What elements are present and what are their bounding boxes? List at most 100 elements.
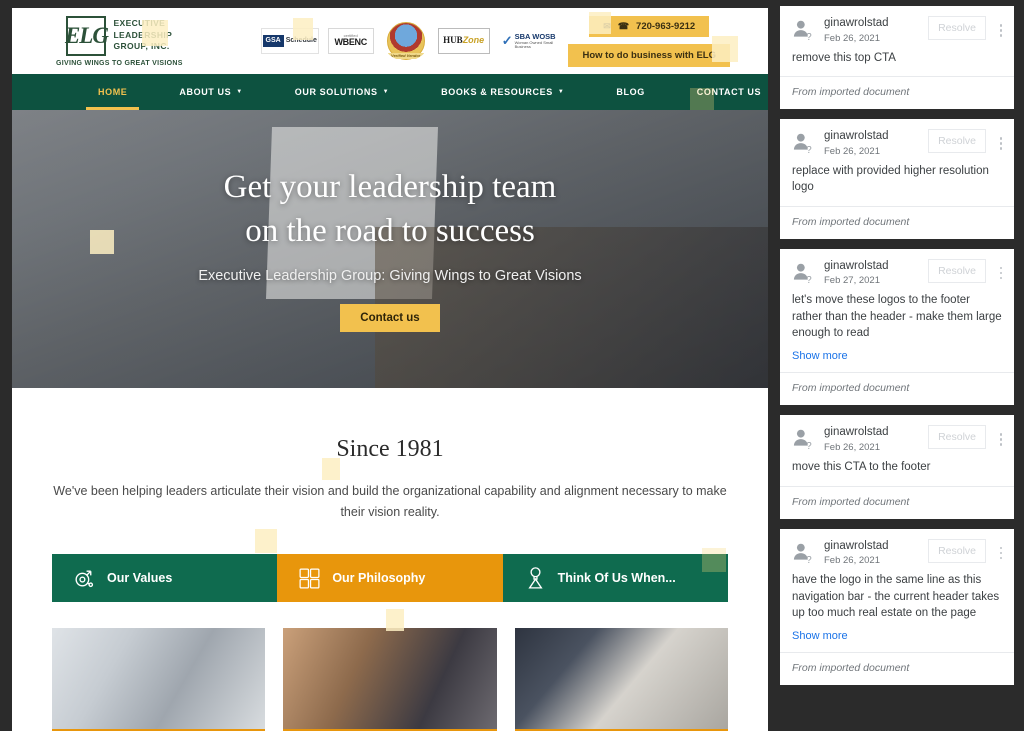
since-title: Since 1981 <box>336 436 444 462</box>
hands-on-laptop-photo[interactable] <box>514 628 728 731</box>
nav-item-about-us[interactable]: ABOUT US ▼ <box>153 74 268 110</box>
photo-cards-row <box>52 628 728 731</box>
comment-meta: ginawrolstad Feb 26, 2021 <box>824 16 920 44</box>
sba-wosb-badge: ✓ SBA WOSB Woman Owned Small Business <box>498 28 561 54</box>
svg-text:?: ? <box>806 554 812 564</box>
comments-panel[interactable]: ? ginawrolstad Feb 26, 2021 Resolve remo… <box>780 0 1024 731</box>
site-navigation: HOME ABOUT US ▼ OUR SOLUTIONS ▼ BOOKS & … <box>12 74 768 110</box>
tile-our-philosophy[interactable]: Our Philosophy <box>277 554 503 603</box>
tile-our-philosophy-label: Our Philosophy <box>332 571 426 586</box>
comment-text: move this CTA to the footer <box>792 461 931 474</box>
more-options-icon[interactable] <box>994 539 1008 559</box>
comment-card[interactable]: ? ginawrolstad Feb 26, 2021 Resolve remo… <box>780 6 1014 110</box>
resolve-button[interactable]: Resolve <box>928 258 986 283</box>
nav-item-blog-label: BLOG <box>616 87 645 97</box>
comment-source-label: From imported document <box>780 205 1014 239</box>
chevron-down-icon: ▼ <box>382 89 390 95</box>
phone-icon[interactable]: ☎ <box>618 21 629 32</box>
logo-name-line-3: GROUP, INC. <box>113 41 170 52</box>
avatar-unknown-user-icon: ? <box>793 430 812 451</box>
annotated-website-review-app: ELG EXECUTIVE LEADERSHIP GROUP, INC. GIV… <box>0 0 1024 731</box>
hero-title-line-2: on the road to success <box>245 213 535 249</box>
comment-meta: ginawrolstad Feb 26, 2021 <box>824 539 920 567</box>
resolve-button[interactable]: Resolve <box>928 129 986 154</box>
avatar-unknown-user-icon: ? <box>793 543 812 565</box>
nav-item-blog[interactable]: BLOG <box>590 74 670 110</box>
sba-wosb-badge-label: SBA WOSB Woman Owned Small Business <box>514 32 558 49</box>
comment-meta: ginawrolstad Feb 26, 2021 <box>824 129 920 157</box>
gsa-badge-label: Schedule <box>285 37 317 45</box>
nav-item-our-solutions-label: OUR SOLUTIONS <box>294 87 378 97</box>
nav-item-about-us-label: ABOUT US <box>179 87 232 97</box>
more-options-icon[interactable] <box>994 259 1008 280</box>
chevron-down-icon: ▼ <box>557 89 565 95</box>
hubzone-badge-label: HUB <box>443 35 463 46</box>
tile-our-values-label: Our Values <box>107 571 173 586</box>
comment-card[interactable]: ? ginawrolstad Feb 26, 2021 Resolve move… <box>780 415 1014 519</box>
wbenc-badge-label: WBENC <box>334 37 367 48</box>
certification-badges: GSA Schedule certified WBENC Verified Ve… <box>260 21 561 61</box>
since-body-text: We've been helping leaders articulate th… <box>53 484 727 519</box>
person-bulb-icon <box>528 566 543 589</box>
comment-date: Feb 26, 2021 <box>824 145 880 157</box>
show-more-link[interactable]: Show more <box>780 630 1014 652</box>
more-options-icon[interactable] <box>994 16 1008 37</box>
avatar-unknown-user-icon: ? <box>793 20 812 42</box>
tile-our-values[interactable]: Our Values <box>52 554 278 603</box>
resolve-button[interactable]: Resolve <box>928 425 986 450</box>
website-canvas: ELG EXECUTIVE LEADERSHIP GROUP, INC. GIV… <box>12 8 768 731</box>
phone-pill[interactable]: ✉ ☎ 720-963-9212 <box>589 15 710 37</box>
comment-header: ? ginawrolstad Feb 26, 2021 Resolve <box>780 415 1014 459</box>
puzzle-icon <box>299 568 320 589</box>
tile-think-of-us-when-label: Think Of Us When... <box>557 571 676 586</box>
envelope-icon[interactable]: ✉ <box>603 21 611 32</box>
chevron-down-icon: ▼ <box>236 89 243 95</box>
comment-header: ? ginawrolstad Feb 27, 2021 Resolve <box>780 249 1014 293</box>
comment-header: ? ginawrolstad Feb 26, 2021 Resolve <box>780 6 1014 50</box>
comment-source-label: From imported document <box>780 372 1014 405</box>
comment-card[interactable]: ? ginawrolstad Feb 26, 2021 Resolve have… <box>780 528 1014 686</box>
website-preview-frame: ELG EXECUTIVE LEADERSHIP GROUP, INC. GIV… <box>0 0 780 731</box>
comment-meta: ginawrolstad Feb 26, 2021 <box>824 425 920 453</box>
resolve-button[interactable]: Resolve <box>928 16 986 40</box>
svg-text:?: ? <box>806 145 812 155</box>
comment-author: ginawrolstad <box>824 17 889 29</box>
comment-date: Feb 26, 2021 <box>824 555 880 567</box>
more-options-icon[interactable] <box>994 129 1008 150</box>
nav-item-home-label: HOME <box>98 87 128 97</box>
resolve-button[interactable]: Resolve <box>928 538 986 563</box>
svg-text:?: ? <box>806 441 812 451</box>
tile-think-of-us-when[interactable]: Think Of Us When... <box>502 554 728 603</box>
since-section: Since 1981 We've been helping leaders ar… <box>12 388 768 522</box>
comment-card[interactable]: ? ginawrolstad Feb 27, 2021 Resolve let'… <box>780 248 1014 406</box>
comment-card[interactable]: ? ginawrolstad Feb 26, 2021 Resolve repl… <box>780 119 1014 239</box>
network-node-icon <box>75 570 94 587</box>
logo-name-line-2: LEADERSHIP <box>113 29 173 40</box>
gsa-badge-mark: GSA <box>262 35 284 47</box>
how-to-do-business-button[interactable]: How to do business with ELG <box>568 43 730 67</box>
hubzone-badge: HUB Zone <box>437 28 490 54</box>
avatar-unknown-user-icon: ? <box>793 263 812 285</box>
audience-listening-photo[interactable] <box>283 628 497 731</box>
more-options-icon[interactable] <box>994 425 1008 446</box>
nav-item-contact-us[interactable]: CONTACT US <box>671 74 768 110</box>
comment-author: ginawrolstad <box>824 539 889 552</box>
site-logo[interactable]: ELG EXECUTIVE LEADERSHIP GROUP, INC. GIV… <box>56 15 183 67</box>
nav-item-home[interactable]: HOME <box>72 74 153 110</box>
sba-wosb-secondary: Woman Owned Small Business <box>514 39 554 49</box>
comment-text: remove this top CTA <box>792 51 896 64</box>
comment-date: Feb 26, 2021 <box>824 32 880 44</box>
site-header: ELG EXECUTIVE LEADERSHIP GROUP, INC. GIV… <box>12 8 768 74</box>
comment-date: Feb 27, 2021 <box>824 275 880 287</box>
team-collaboration-photo[interactable] <box>52 628 266 731</box>
nav-item-our-solutions[interactable]: OUR SOLUTIONS ▼ <box>269 74 415 110</box>
hero-contact-us-button[interactable]: Contact us <box>340 303 440 332</box>
comment-text: have the logo in the same line as this n… <box>792 574 1000 619</box>
feature-tiles: Our Values Our Philosophy Think Of Us Wh… <box>52 554 728 603</box>
avatar-unknown-user-icon: ? <box>793 133 812 155</box>
logo-name-line-1: EXECUTIVE <box>113 18 166 29</box>
nav-item-books-resources[interactable]: BOOKS & RESOURCES ▼ <box>415 74 590 110</box>
elg-monogram-icon: ELG <box>65 15 109 56</box>
show-more-link[interactable]: Show more <box>780 350 1014 372</box>
phone-number: 720-963-9212 <box>636 20 696 32</box>
